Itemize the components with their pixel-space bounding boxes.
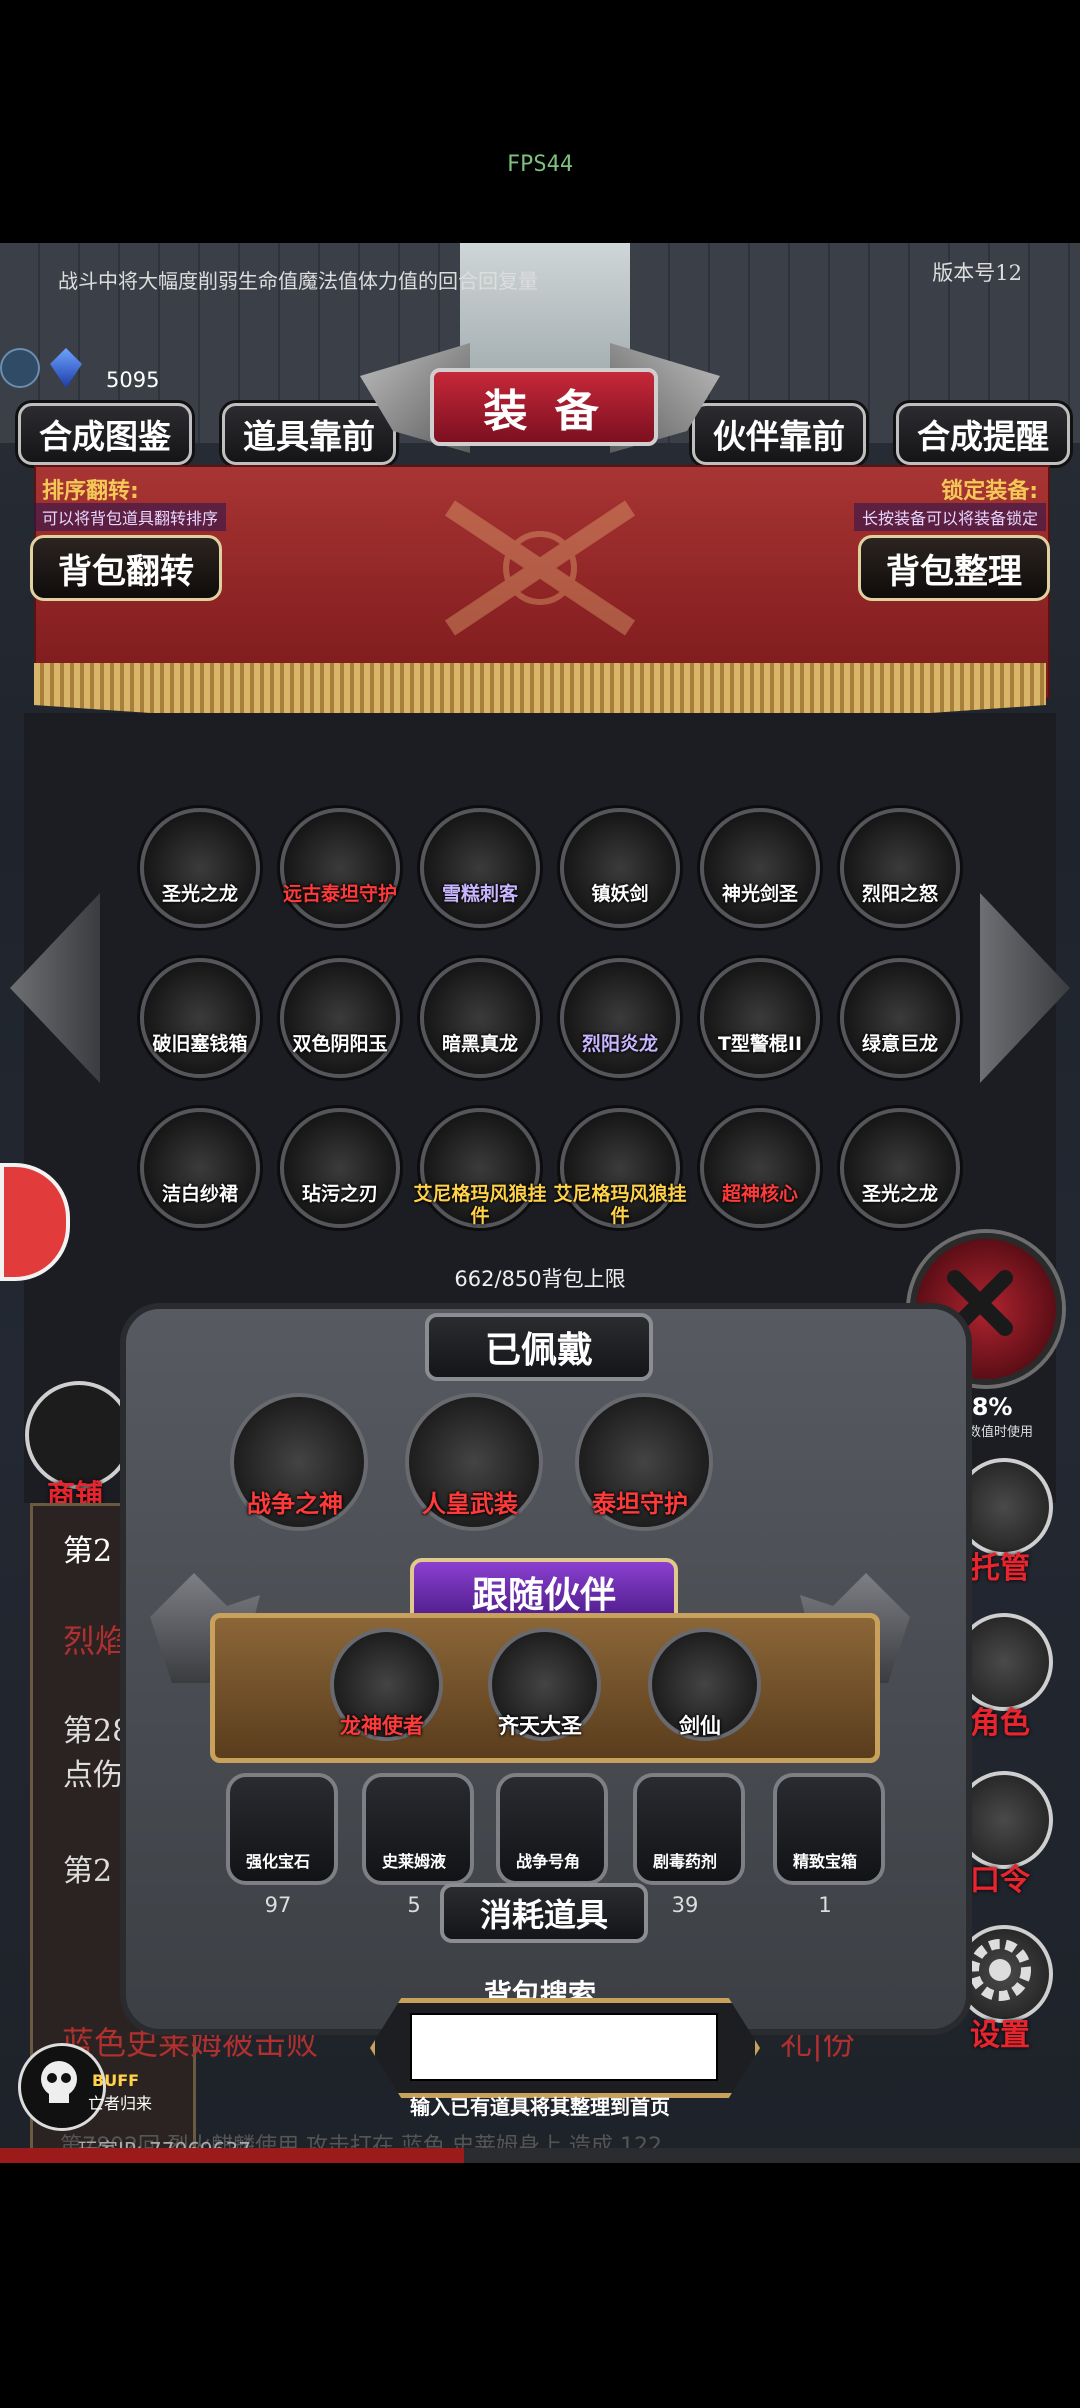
item-label: 暗黑真龙 bbox=[441, 1033, 518, 1055]
item-slot bbox=[700, 958, 820, 1078]
gem-count: 5095 bbox=[106, 368, 160, 392]
item-label: 超神核心 bbox=[721, 1183, 798, 1205]
equipped-label: 泰坦守护 bbox=[592, 1490, 688, 1518]
inventory-item[interactable]: 玷污之刃 bbox=[265, 1103, 415, 1253]
level-badge bbox=[0, 348, 40, 388]
inventory-item[interactable]: 雪糕刺客 bbox=[405, 803, 555, 953]
progress-fill bbox=[0, 2148, 465, 2163]
consumables-header: 消耗道具 bbox=[440, 1883, 648, 1943]
item-label: 远古泰坦守护 bbox=[282, 883, 397, 905]
partner-label: 龙神使者 bbox=[340, 1714, 424, 1738]
item-label: 神光剑圣 bbox=[721, 883, 798, 905]
bag-search-input[interactable] bbox=[410, 2013, 718, 2081]
game-screen: 战斗中将大幅度削弱生命值魔法值体力值的回合回复量 版本号12 5095 合成图鉴… bbox=[0, 243, 1080, 2163]
partner-label: 剑仙 bbox=[679, 1714, 721, 1738]
inventory-item[interactable]: 绿意巨龙 bbox=[825, 953, 975, 1103]
item-slot bbox=[840, 808, 960, 928]
item-slot bbox=[560, 958, 680, 1078]
tab-synthesis-codex[interactable]: 合成图鉴 bbox=[18, 403, 192, 465]
item-label: 玷污之刃 bbox=[301, 1183, 378, 1205]
inventory-item[interactable]: 超神核心 bbox=[685, 1103, 835, 1253]
consumable-label: 剧毒药剂 bbox=[652, 1852, 717, 1871]
bag-tidy-button[interactable]: 背包整理 bbox=[858, 535, 1050, 601]
item-label: 破旧塞钱箱 bbox=[152, 1033, 248, 1055]
inventory-item[interactable]: 镇妖剑 bbox=[545, 803, 695, 953]
item-slot bbox=[140, 1108, 260, 1228]
item-slot bbox=[560, 808, 680, 928]
item-label: 绿意巨龙 bbox=[861, 1033, 938, 1055]
log-line: 第2 bbox=[63, 1854, 113, 1889]
inventory-item[interactable]: 远古泰坦守护 bbox=[265, 803, 415, 953]
item-label: 雪糕刺客 bbox=[441, 883, 518, 905]
log-line: 第2 bbox=[63, 1534, 113, 1569]
search-hint: 输入已有道具将其整理到首页 bbox=[410, 2095, 670, 2119]
item-label: 艾尼格玛风狼挂件 bbox=[553, 1183, 687, 1227]
inventory-item[interactable]: 烈阳炎龙 bbox=[545, 953, 695, 1103]
page-title: 装 备 bbox=[430, 368, 658, 446]
version-label: 版本号12 bbox=[932, 261, 1022, 285]
equipped-header: 已佩戴 bbox=[425, 1313, 653, 1381]
item-label: 艾尼格玛风狼挂件 bbox=[413, 1183, 547, 1227]
battle-info-text: 战斗中将大幅度削弱生命值魔法值体力值的回合回复量 bbox=[58, 269, 538, 293]
item-label: 圣光之龙 bbox=[161, 883, 238, 905]
inventory-item[interactable]: 破旧塞钱箱 bbox=[125, 953, 275, 1103]
item-slot bbox=[700, 1108, 820, 1228]
sort-flip-desc: 可以将背包道具翻转排序 bbox=[34, 503, 227, 531]
log-line: 烈焰 bbox=[63, 1622, 128, 1660]
item-label: 镇妖剑 bbox=[591, 883, 649, 905]
item-slot bbox=[280, 1108, 400, 1228]
consumable-label: 史莱姆液 bbox=[381, 1852, 446, 1871]
lock-equip-desc: 长按装备可以将装备锁定 bbox=[853, 503, 1046, 531]
inventory-item[interactable]: 洁白纱裙 bbox=[125, 1103, 275, 1253]
crossed-swords-emblem bbox=[420, 488, 660, 648]
equipped-label: 人皇武装 bbox=[422, 1490, 518, 1518]
tab-partners-first[interactable]: 伙伴靠前 bbox=[692, 403, 866, 465]
tab-synthesis-reminder[interactable]: 合成提醒 bbox=[896, 403, 1070, 465]
item-label: T型警棍II bbox=[717, 1033, 803, 1055]
item-slot bbox=[840, 958, 960, 1078]
item-slot bbox=[420, 958, 540, 1078]
item-label: 烈阳炎龙 bbox=[581, 1033, 658, 1055]
item-slot bbox=[700, 808, 820, 928]
item-label: 洁白纱裙 bbox=[161, 1183, 238, 1205]
inventory-item[interactable]: 暗黑真龙 bbox=[405, 953, 555, 1103]
item-slot bbox=[140, 958, 260, 1078]
tab-items-first[interactable]: 道具靠前 bbox=[222, 403, 396, 465]
item-slot bbox=[280, 808, 400, 928]
inventory-item[interactable]: T型警棍II bbox=[685, 953, 835, 1103]
item-label: 烈阳之怒 bbox=[861, 883, 938, 905]
item-label: 圣光之龙 bbox=[861, 1183, 938, 1205]
fps-counter: FPS44 bbox=[506, 152, 574, 177]
item-label: 双色阴阳玉 bbox=[292, 1033, 388, 1055]
item-slot bbox=[140, 808, 260, 928]
log-line: 点伤 bbox=[63, 1758, 123, 1793]
lock-equip-title: 锁定装备: bbox=[941, 479, 1038, 504]
sort-flip-title: 排序翻转: bbox=[42, 479, 139, 504]
inventory-item[interactable]: 艾尼格玛风狼挂件 bbox=[545, 1103, 695, 1253]
partner-label: 齐天大圣 bbox=[498, 1714, 582, 1738]
inventory-item[interactable]: 圣光之龙 bbox=[125, 803, 275, 953]
inventory-item[interactable]: 神光剑圣 bbox=[685, 803, 835, 953]
buff-label: BUFF bbox=[92, 2071, 140, 2090]
inventory-item[interactable]: 艾尼格玛风狼挂件 bbox=[405, 1103, 555, 1253]
inventory-item[interactable]: 圣光之龙 bbox=[825, 1103, 975, 1253]
consumable-count: 1 bbox=[818, 1893, 832, 1917]
inventory-item[interactable]: 烈阳之怒 bbox=[825, 803, 975, 953]
item-slot bbox=[840, 1108, 960, 1228]
inventory-item[interactable]: 双色阴阳玉 bbox=[265, 953, 415, 1103]
consumable-label: 强化宝石 bbox=[245, 1852, 310, 1871]
progress-bar bbox=[0, 2148, 1080, 2163]
consumable-count: 97 bbox=[264, 1893, 292, 1917]
item-slot bbox=[420, 808, 540, 928]
buff-name: 亡者归来 bbox=[88, 2094, 153, 2113]
consumable-label: 战争号角 bbox=[515, 1852, 580, 1871]
item-slot bbox=[280, 958, 400, 1078]
equipped-label: 战争之神 bbox=[247, 1490, 343, 1518]
consumable-label: 精致宝箱 bbox=[792, 1852, 857, 1871]
bag-flip-button[interactable]: 背包翻转 bbox=[30, 535, 222, 601]
